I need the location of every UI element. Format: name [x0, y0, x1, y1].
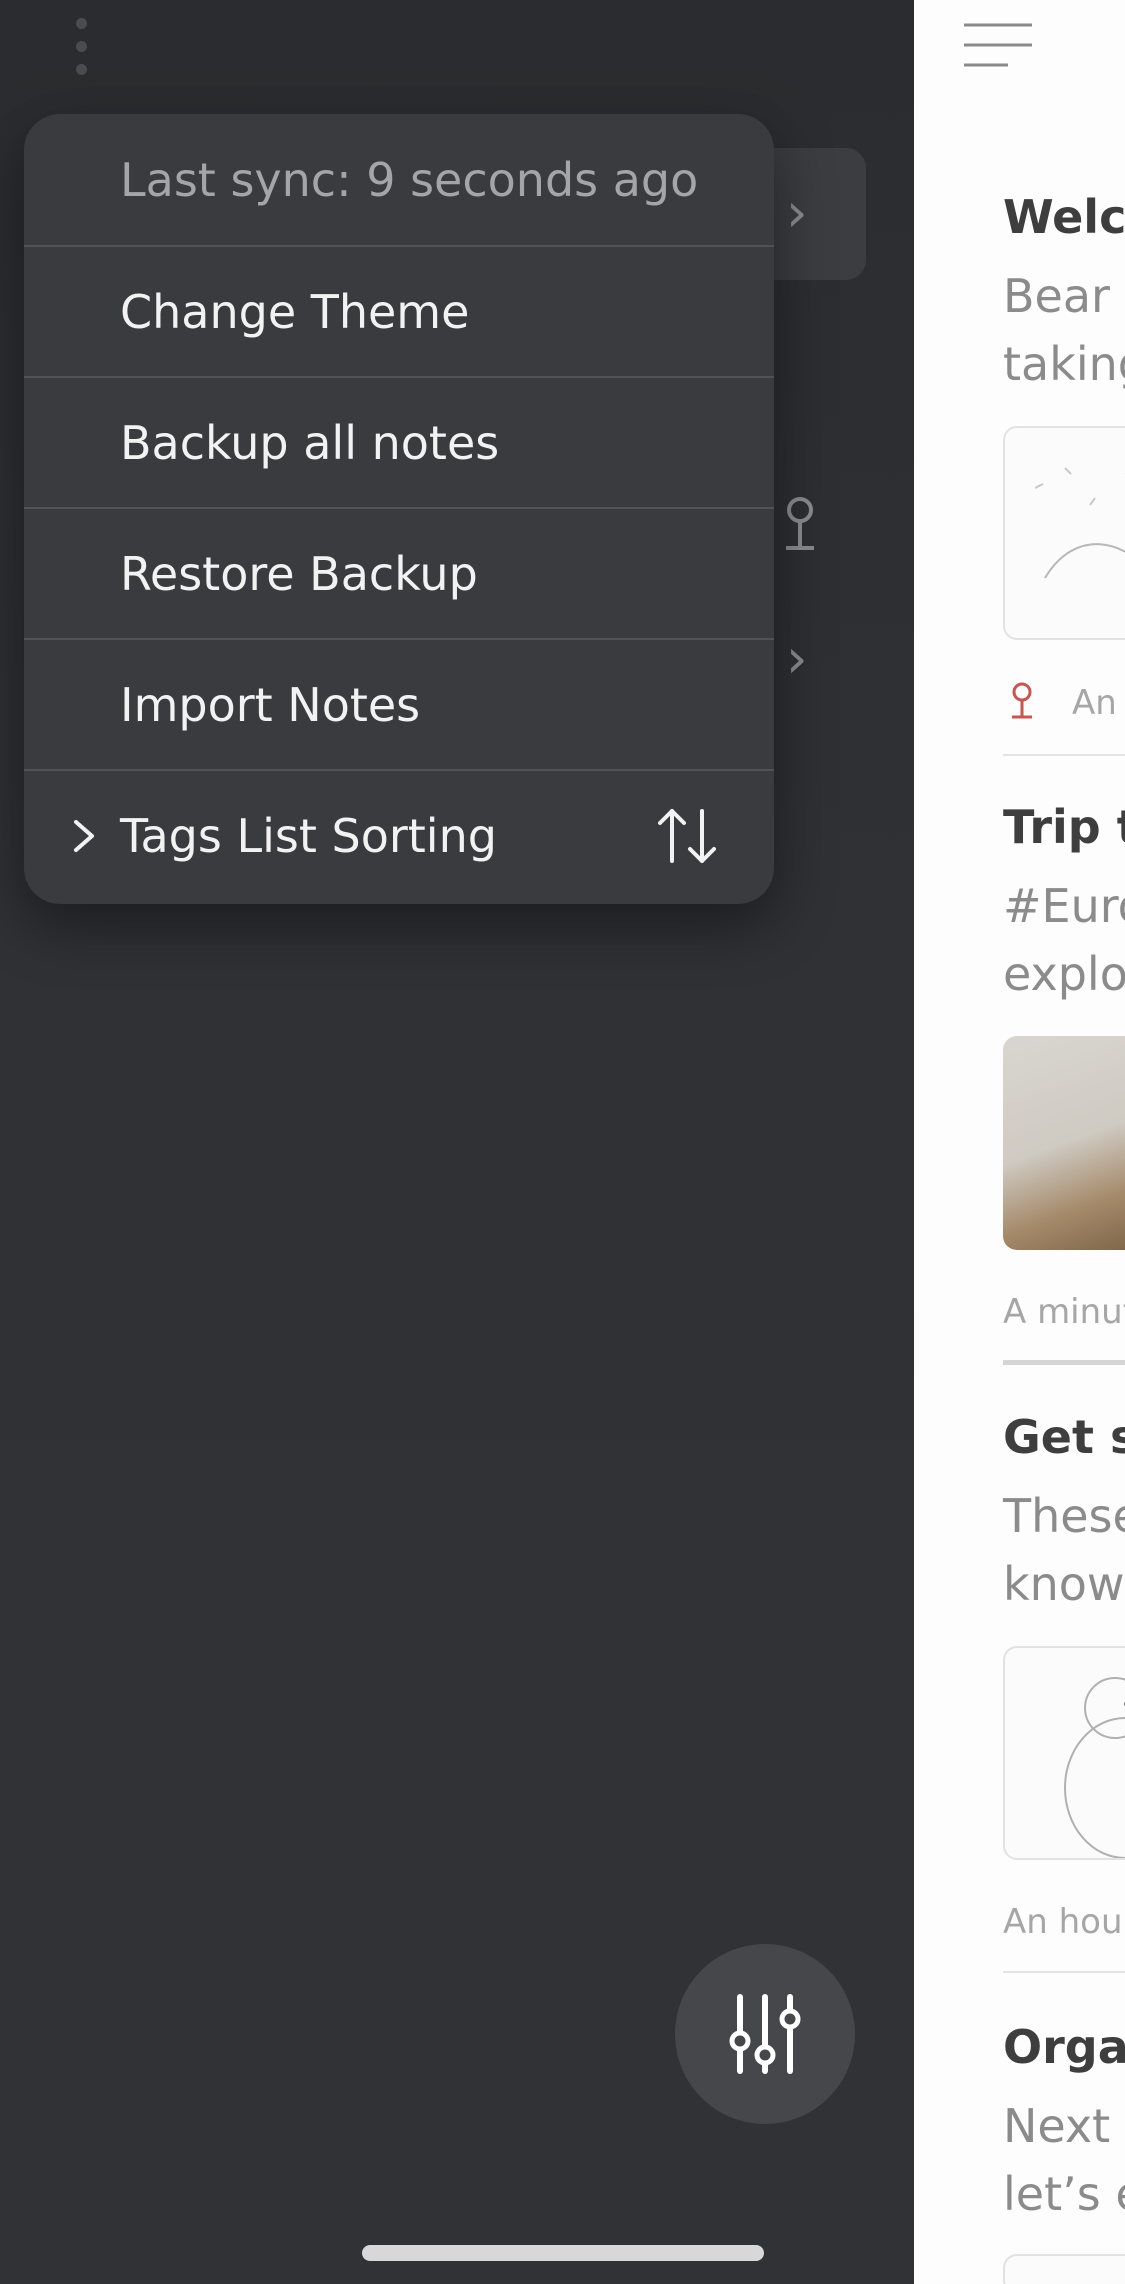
restore-backup-label: Restore Backup [120, 546, 478, 601]
more-options-icon[interactable] [76, 18, 88, 78]
chevron-right-icon[interactable]: › [786, 186, 808, 240]
note-title: Trip t [1003, 800, 1125, 854]
note-thumbnail [1003, 2254, 1125, 2284]
chevron-right-icon [74, 819, 94, 852]
note-timestamp: A minut [1003, 1292, 1125, 1332]
note-divider [1003, 1360, 1125, 1365]
menu-item-tags-list-sorting[interactable]: Tags List Sorting [24, 769, 774, 900]
note-divider [1003, 1971, 1125, 1973]
note-photo [1003, 1036, 1125, 1250]
filter-button[interactable] [675, 1944, 855, 2124]
note-timestamp: An [1072, 683, 1117, 723]
note-body-line: #Euro [1003, 879, 1125, 933]
menu-item-change-theme[interactable]: Change Theme [24, 245, 774, 376]
menu-item-backup-all-notes[interactable]: Backup all notes [24, 376, 774, 507]
note-body-line: know [1003, 1557, 1125, 1611]
note-body-line: Bear i [1003, 269, 1125, 323]
note-body-line: taking [1003, 337, 1125, 391]
note-title: Welco [1003, 190, 1125, 244]
home-indicator[interactable] [362, 2245, 764, 2261]
sketch-illustration [1034, 467, 1125, 579]
backup-all-notes-label: Backup all notes [120, 415, 500, 470]
sidebar: › › Last sync: 9 seconds ago Change Them… [0, 0, 914, 2284]
note-divider [1003, 754, 1125, 756]
note-timestamp: An hour [1003, 1902, 1125, 1942]
chevron-right-icon[interactable]: › [786, 632, 808, 686]
import-notes-label: Import Notes [120, 677, 421, 732]
tags-list-sorting-label: Tags List Sorting [120, 808, 497, 863]
note-title: Get st [1003, 1410, 1125, 1464]
pin-icon [1012, 682, 1032, 719]
sort-arrows-icon [658, 808, 716, 863]
bear-illustration [1064, 1677, 1125, 1858]
menu-item-import-notes[interactable]: Import Notes [24, 638, 774, 769]
note-thumbnail [1003, 1646, 1125, 1860]
change-theme-label: Change Theme [120, 284, 470, 339]
menu-item-last-sync: Last sync: 9 seconds ago [24, 114, 774, 245]
note-body-line: explor [1003, 947, 1125, 1001]
menu-item-restore-backup[interactable]: Restore Backup [24, 507, 774, 638]
pin-icon [786, 497, 814, 550]
note-body-line: Next c [1003, 2099, 1125, 2153]
sliders-icon [729, 1994, 801, 2074]
note-title: Organ [1003, 2020, 1125, 2074]
note-body-line: let’s e [1003, 2167, 1125, 2221]
notes-list: Welco Bear i taking An Trip t #Euro expl… [914, 0, 1125, 2284]
note-body-line: These [1003, 1489, 1125, 1543]
note-thumbnail [1003, 426, 1125, 640]
last-sync-label: Last sync: 9 seconds ago [120, 152, 699, 207]
settings-menu: Last sync: 9 seconds ago Change Theme Ba… [24, 114, 774, 904]
hamburger-menu-icon[interactable] [964, 22, 1032, 68]
